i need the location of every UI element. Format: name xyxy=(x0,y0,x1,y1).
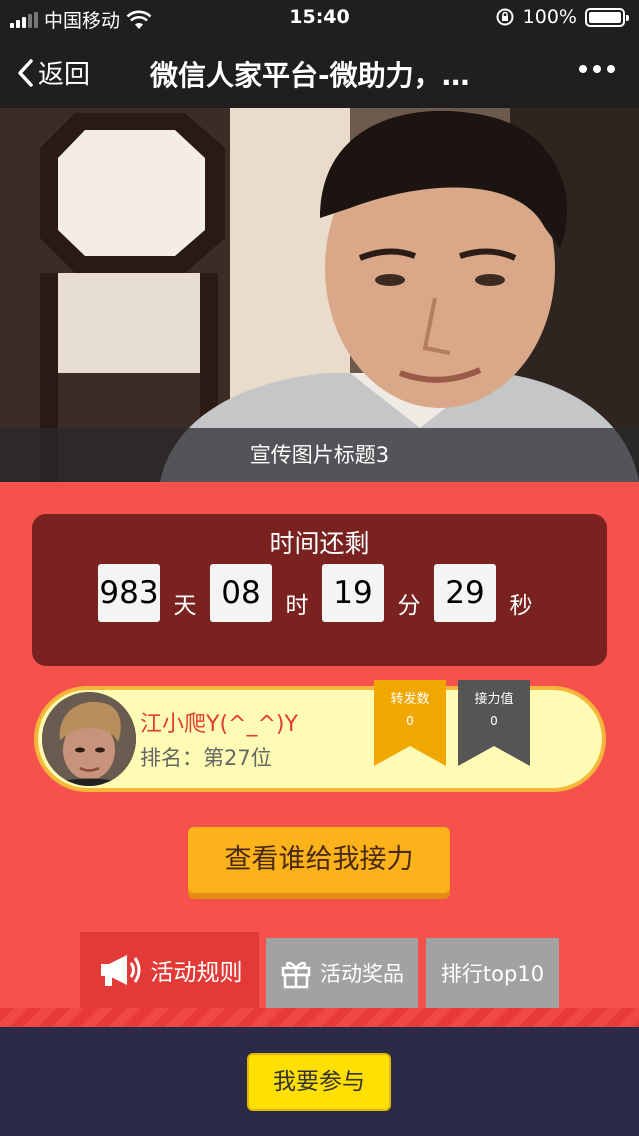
hero-banner[interactable]: 宣传图片标题3 xyxy=(0,108,639,482)
countdown-seconds-unit: 秒 xyxy=(509,593,533,619)
page-title: 微信人家平台-微助力，… xyxy=(150,59,470,92)
relay-value-label: 接力值 xyxy=(474,692,514,707)
tab-rules-label: 活动规则 xyxy=(150,960,243,986)
tab-rules[interactable]: 活动规则 xyxy=(80,932,259,1008)
user-rank: 排名：第27位 xyxy=(140,742,272,772)
main-panel: 时间还剩 983 天 08 时 19 分 29 秒 江小爬Y(^_^)Y 排名：… xyxy=(0,482,639,1027)
back-label: 返回 xyxy=(38,60,91,90)
hero-photo xyxy=(0,108,639,482)
rank-label: 排名： xyxy=(140,746,203,770)
nav-bar: 返回 微信人家平台-微助力，… xyxy=(0,36,639,108)
gift-icon xyxy=(281,961,311,989)
user-card: 江小爬Y(^_^)Y 排名：第27位 转发数 0 接力值 0 xyxy=(34,680,606,792)
bottom-bar: 我要参与 xyxy=(0,1027,639,1136)
tab-top10[interactable]: 排行top10 xyxy=(426,938,559,1008)
relay-value-badge: 接力值 0 xyxy=(458,680,530,766)
forward-count-badge: 转发数 0 xyxy=(374,680,446,766)
countdown-days: 983 xyxy=(98,564,160,622)
join-button[interactable]: 我要参与 xyxy=(247,1053,391,1111)
relay-value-value: 0 xyxy=(490,714,498,728)
avatar xyxy=(42,692,136,786)
megaphone-icon xyxy=(100,955,140,986)
divider-stripe xyxy=(0,1008,639,1027)
forward-count-label: 转发数 xyxy=(390,692,430,707)
countdown-panel: 时间还剩 983 天 08 时 19 分 29 秒 xyxy=(32,514,607,666)
rotation-lock-icon xyxy=(496,8,514,26)
forward-count-value: 0 xyxy=(406,714,414,728)
view-helpers-button[interactable]: 查看谁给我接力 xyxy=(188,827,450,893)
back-button[interactable]: 返回 xyxy=(16,54,90,91)
countdown-title: 时间还剩 xyxy=(269,529,370,558)
status-bar: 中国移动 15:40 100% xyxy=(0,0,639,36)
more-icon[interactable] xyxy=(577,54,617,92)
countdown-seconds: 29 xyxy=(434,564,496,622)
battery-percent: 100% xyxy=(522,6,577,28)
countdown-row: 983 天 08 时 19 分 29 秒 xyxy=(98,564,546,622)
tab-prizes-label: 活动奖品 xyxy=(320,962,404,986)
countdown-minutes-unit: 分 xyxy=(397,593,421,619)
user-name: 江小爬Y(^_^)Y xyxy=(140,712,298,737)
tab-top10-label: 排行top10 xyxy=(440,962,545,986)
countdown-days-unit: 天 xyxy=(173,593,197,619)
status-right: 100% xyxy=(495,6,629,28)
hero-caption: 宣传图片标题3 xyxy=(0,428,639,482)
back-chevron-icon xyxy=(18,58,33,87)
countdown-hours-unit: 时 xyxy=(285,593,309,619)
battery-icon xyxy=(585,7,629,27)
countdown-hours: 08 xyxy=(210,564,272,622)
tab-prizes[interactable]: 活动奖品 xyxy=(266,938,418,1008)
countdown-minutes: 19 xyxy=(322,564,384,622)
rank-value: 第27位 xyxy=(203,746,272,770)
